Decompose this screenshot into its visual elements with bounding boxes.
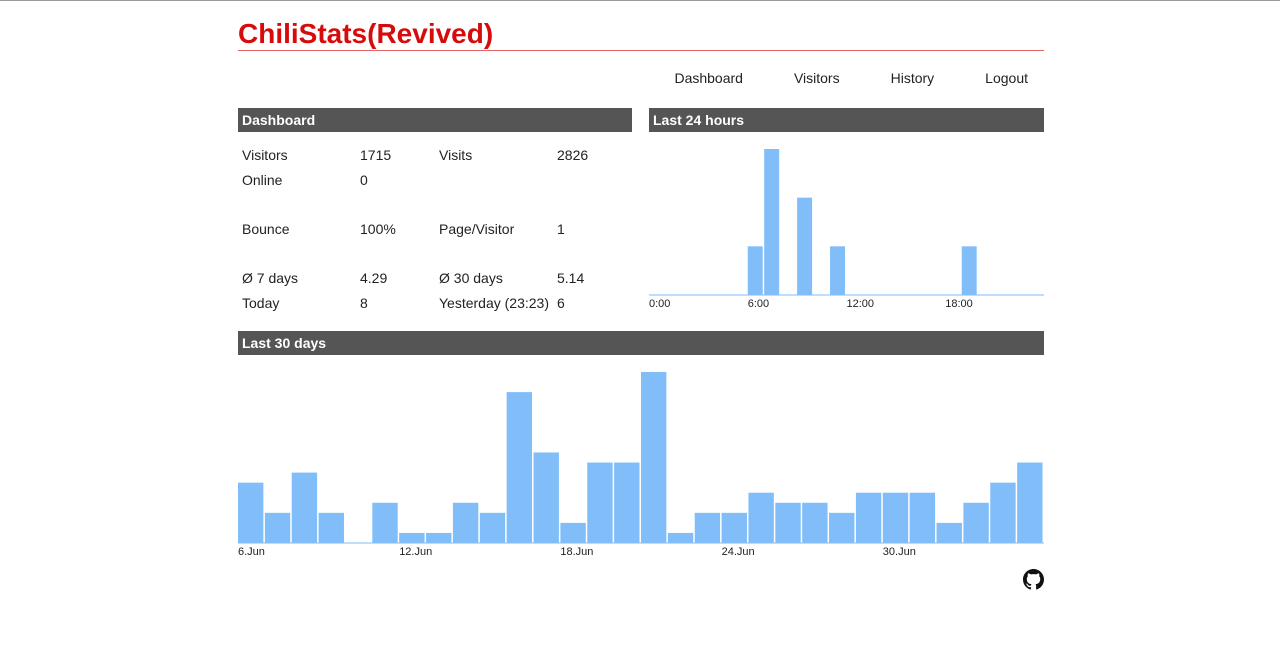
hourly-bar-7	[764, 149, 780, 295]
daily-bar-25.Jun	[748, 492, 774, 543]
daily-bar-5.Jul	[1017, 462, 1043, 543]
hourly-bar-11	[830, 246, 845, 295]
daily-bar-16.Jun	[506, 392, 533, 543]
nav-history[interactable]: History	[891, 69, 951, 87]
daily-bar-12.Jun	[399, 532, 425, 543]
daily-bar-7.Jun	[264, 512, 291, 543]
daily-bar-28.Jun	[829, 512, 855, 543]
nav-dashboard[interactable]: Dashboard	[674, 69, 759, 87]
daily-bar-6.Jun	[238, 482, 264, 543]
daily-tick-label: 18.Jun	[560, 546, 593, 558]
daily-bar-21.Jun	[641, 372, 667, 543]
title-divider	[238, 50, 1044, 51]
hourly-bar-6	[747, 246, 763, 295]
daily-bar-19.Jun	[587, 462, 613, 543]
hourly-bar-19	[961, 246, 977, 295]
daily-tick-label: 30.Jun	[883, 546, 916, 558]
daily-bar-26.Jun	[775, 502, 801, 543]
daily-bar-30.Jun	[882, 492, 909, 543]
stat-label-visitors: Visitors	[242, 147, 288, 163]
last-24-hours-header: Last 24 hours	[649, 108, 1044, 132]
daily-tick-label: 24.Jun	[722, 546, 755, 558]
stat-value-bounce: 100%	[360, 221, 396, 237]
stat-label-yesterday: Yesterday (23:23)	[439, 295, 549, 311]
github-icon[interactable]	[1023, 569, 1044, 590]
daily-bar-11.Jun	[372, 502, 398, 543]
daily-tick-label: 12.Jun	[399, 546, 432, 558]
stat-label-online: Online	[242, 172, 283, 188]
dashboard-panel-header: Dashboard	[238, 108, 632, 132]
daily-bar-24.Jun	[721, 512, 747, 543]
nav-visitors[interactable]: Visitors	[794, 69, 856, 87]
stat-value-today: 8	[360, 295, 368, 311]
hourly-tick-label: 6:00	[748, 298, 769, 310]
hourly-tick-label: 18:00	[945, 298, 973, 310]
hourly-tick-label: 12:00	[847, 298, 875, 310]
stat-label-avg-7-days: Ø 7 days	[242, 270, 299, 286]
daily-bar-15.Jun	[479, 512, 506, 543]
stat-value-page-per-visitor: 1	[557, 221, 565, 237]
stat-label-bounce: Bounce	[242, 221, 290, 237]
daily-tick-label: 6.Jun	[238, 546, 265, 558]
stat-value-avg-30-days: 5.14	[557, 270, 585, 286]
stat-label-visits: Visits	[439, 147, 473, 163]
daily-bar-18.Jun	[560, 522, 586, 543]
hourly-bar-9	[797, 197, 813, 295]
nav-logout[interactable]: Logout	[985, 69, 1044, 87]
daily-bar-14.Jun	[452, 502, 479, 543]
daily-bar-8.Jun	[291, 472, 318, 543]
daily-bar-3.Jul	[963, 502, 989, 543]
stat-value-online: 0	[360, 172, 368, 188]
stat-value-visits: 2826	[557, 147, 589, 163]
daily-bar-9.Jun	[318, 512, 344, 543]
hourly-bar-chart: 0:00 6:00 12:00 18:00	[649, 149, 1044, 310]
stat-label-page-per-visitor: Page/Visitor	[439, 221, 515, 237]
daily-bar-13.Jun	[426, 532, 452, 543]
stat-value-avg-7-days: 4.29	[360, 270, 388, 286]
daily-bar-20.Jun	[614, 462, 640, 543]
site-title: ChiliStats(Revived)	[238, 18, 494, 49]
last-30-days-header: Last 30 days	[238, 331, 1044, 355]
stat-value-yesterday: 6	[557, 295, 565, 311]
stat-value-visitors: 1715	[360, 147, 392, 163]
daily-bar-23.Jun	[694, 512, 721, 543]
hourly-tick-label: 0:00	[649, 298, 670, 310]
daily-bar-29.Jun	[855, 492, 882, 543]
daily-bar-2.Jul	[936, 522, 962, 543]
daily-bar-17.Jun	[533, 452, 559, 543]
stat-label-avg-30-days: Ø 30 days	[439, 270, 503, 286]
daily-bar-4.Jul	[990, 482, 1016, 543]
stat-label-today: Today	[242, 295, 280, 311]
daily-bar-1.Jul	[909, 492, 936, 543]
main-nav: Dashboard Visitors History Logout	[674, 69, 1044, 87]
daily-bar-22.Jun	[667, 532, 694, 543]
daily-bar-27.Jun	[802, 502, 828, 543]
daily-bar-chart: 6.Jun 12.Jun 18.Jun 24.Jun 30.Jun	[238, 372, 1044, 558]
